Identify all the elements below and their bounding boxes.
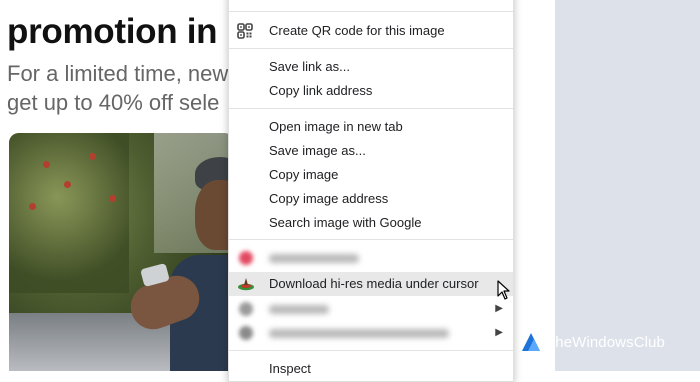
menu-item-label: Copy image (269, 167, 339, 182)
extension-icon (239, 326, 253, 340)
menu-item-label: Inspect (269, 361, 311, 376)
subtext: For a limited time, new get up to 40% of… (7, 59, 228, 117)
mouse-cursor-icon (497, 280, 510, 300)
menu-separator (229, 48, 513, 49)
menu-item-open-image-in-new-tab[interactable]: Open image in new tab (229, 115, 513, 139)
menu-item-blurred-submenu-2[interactable]: ▶ (229, 321, 513, 345)
menu-separator (229, 239, 513, 240)
extension-icon (239, 251, 253, 265)
menu-separator (229, 350, 513, 351)
menu-item-download-hi-res-media[interactable]: Download hi-res media under cursor (229, 272, 513, 296)
extension-icon (239, 302, 253, 316)
desktop-background (555, 0, 700, 371)
thewindowsclub-logo-icon (522, 333, 540, 351)
menu-item-label: Save image as... (269, 143, 366, 158)
menu-item-save-link-as[interactable]: Save link as... (229, 55, 513, 79)
blurred-label (269, 254, 359, 263)
submenu-arrow-icon: ▶ (495, 303, 503, 314)
menu-item-label: Save link as... (269, 59, 350, 74)
menu-item-copy-image[interactable]: Copy image (229, 163, 513, 187)
menu-item-search-image-with-google[interactable]: Search image with Google (229, 211, 513, 235)
blurred-label (269, 305, 329, 314)
menu-separator (229, 11, 513, 12)
menu-item-copy-image-address[interactable]: Copy image address (229, 187, 513, 211)
menu-item-label: Copy link address (269, 83, 373, 98)
menu-item-label: Copy image address (269, 191, 389, 206)
headline-line-2: promotion in l (7, 12, 237, 51)
page-scroll-area (513, 0, 555, 371)
menu-item-label: Create QR code for this image (269, 23, 445, 38)
qr-code-icon (237, 23, 253, 39)
menu-item-create-qr-code[interactable]: Create QR code for this image (229, 19, 513, 43)
menu-item-blurred-extension[interactable] (229, 246, 513, 270)
menu-item-label: Open image in new tab (269, 119, 403, 134)
menu-separator (229, 108, 513, 109)
subtext-line-1: For a limited time, new (7, 61, 229, 86)
menu-item-label: Search image with Google (269, 215, 422, 230)
menu-item-label: Download hi-res media under cursor (269, 276, 479, 291)
blurred-label (269, 329, 449, 338)
watermark: TheWindowsClub (520, 331, 665, 353)
context-menu: Create QR code for this image Save link … (228, 0, 514, 382)
subtext-line-2: get up to 40% off sele (7, 90, 220, 115)
watermark-text: TheWindowsClub (546, 333, 665, 351)
menu-item-save-image-as[interactable]: Save image as... (229, 139, 513, 163)
menu-item-copy-link-address[interactable]: Copy link address (229, 79, 513, 103)
extension-download-icon (238, 278, 254, 291)
menu-item-inspect[interactable]: Inspect (229, 357, 513, 381)
submenu-arrow-icon: ▶ (495, 327, 503, 338)
menu-item-blurred-submenu-1[interactable]: ▶ (229, 297, 513, 321)
